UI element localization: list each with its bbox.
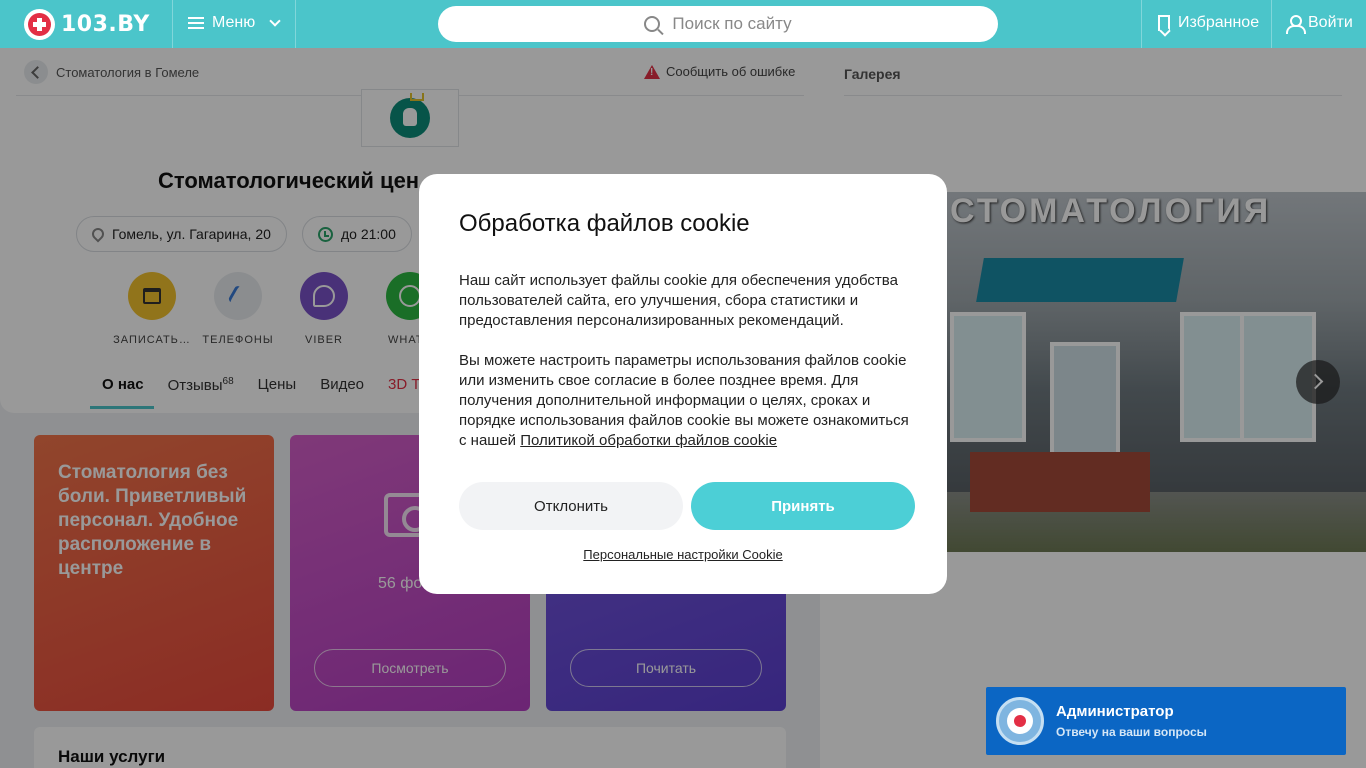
header-divider [172,0,173,48]
bookmark-icon [1158,15,1170,31]
cookie-policy-link[interactable]: Политикой обработки файлов cookie [520,432,777,449]
decline-button[interactable]: Отклонить [459,482,683,530]
cookie-modal-title: Обработка файлов cookie [459,210,750,237]
chat-title: Администратор [1056,703,1174,720]
cookie-modal: Обработка файлов cookie Наш сайт использ… [419,174,947,594]
header-divider [1271,0,1272,48]
avatar [996,697,1044,745]
search-icon [644,16,661,32]
login-label: Войти [1308,14,1353,31]
chevron-down-icon [269,14,281,27]
header-divider [295,0,296,48]
search-placeholder: Поиск по сайту [672,14,792,33]
favorites-label: Избранное [1178,14,1260,31]
logo-text: 103.BY [61,12,150,37]
cookie-paragraph-1: Наш сайт использует файлы cookie для обе… [459,272,898,329]
chat-subtitle: Отвечу на ваши вопросы [1056,725,1207,739]
login-link[interactable]: Войти [1286,14,1353,34]
chat-widget[interactable]: Администратор Отвечу на ваши вопросы [986,687,1346,755]
site-logo[interactable]: 103.BY [24,9,150,40]
header-divider [1141,0,1142,48]
menu-label: Меню [212,14,256,31]
cross-icon [1014,715,1026,727]
accept-button[interactable]: Принять [691,482,915,530]
search-input[interactable]: Поиск по сайту [438,6,998,42]
hamburger-icon [188,17,204,29]
menu-button[interactable]: Меню [188,14,281,32]
cookie-paragraph-2: Вы можете настроить параметры использова… [459,351,911,451]
favorites-link[interactable]: Избранное [1158,14,1259,32]
logo-cross-icon [24,9,55,40]
cookie-settings-link[interactable]: Персональные настройки Cookie [419,547,947,562]
user-icon [1286,14,1306,34]
top-header: 103.BY Меню Поиск по сайту Избранное Вой… [0,0,1366,48]
